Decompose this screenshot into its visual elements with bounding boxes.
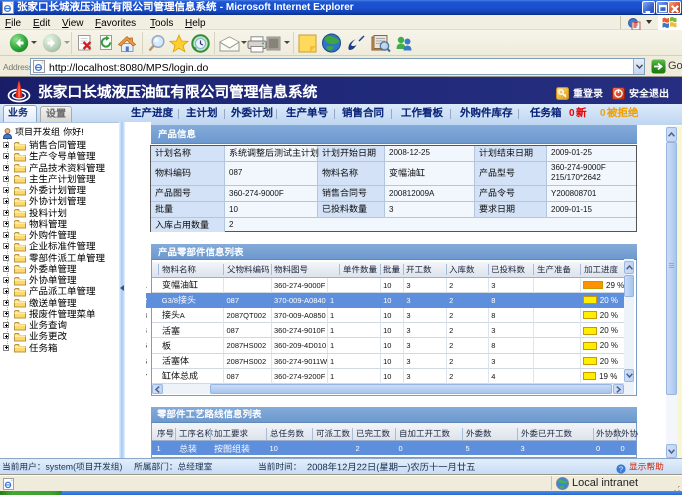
- svg-text:?: ?: [619, 465, 623, 474]
